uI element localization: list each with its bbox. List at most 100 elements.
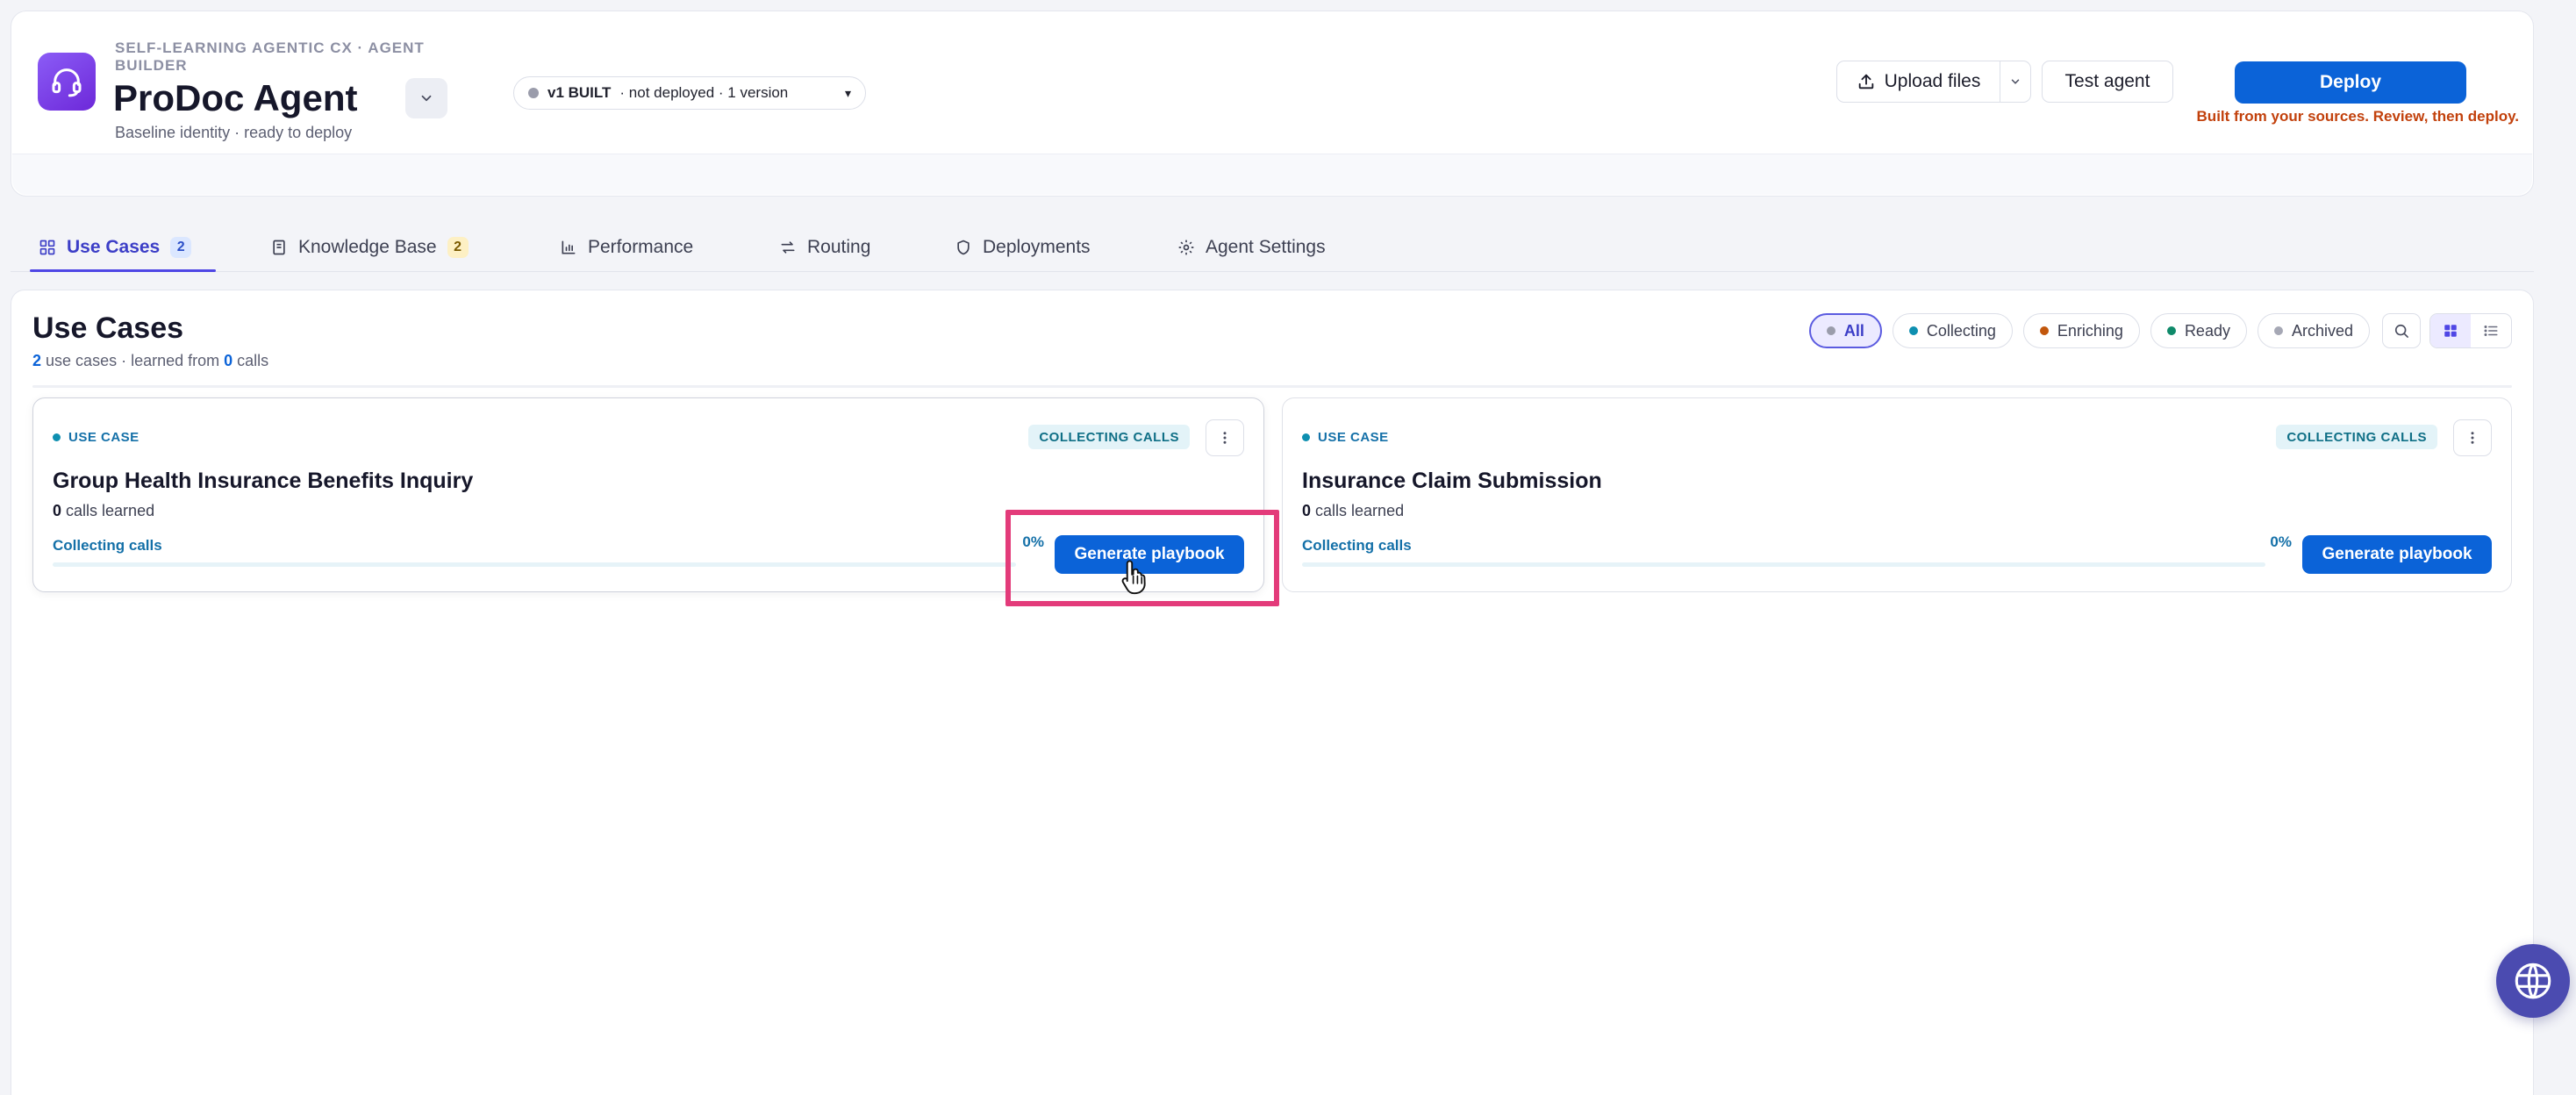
bar-chart-icon (562, 240, 576, 254)
use-case-card[interactable]: USE CASE COLLECTING CALLS Insurance Clai… (1282, 397, 2512, 592)
status-dot (1302, 433, 1310, 441)
version-meta: · not deployed · 1 version (619, 84, 789, 101)
use-case-title: Insurance Claim Submission (1302, 469, 1602, 493)
caret-down-icon: ▾ (844, 85, 851, 100)
card-menu-button[interactable] (1206, 419, 1244, 456)
use-case-count: 2 (32, 352, 42, 369)
generate-playbook-button[interactable]: Generate playbook (1055, 535, 1244, 574)
filter-archived[interactable]: Archived (2257, 313, 2370, 348)
shield-icon (957, 240, 970, 255)
search-button[interactable] (2382, 313, 2421, 348)
tab-label: Knowledge Base (298, 237, 437, 257)
upload-icon (1858, 74, 1873, 89)
status-dot (2039, 326, 2049, 335)
status-dot (2273, 326, 2283, 335)
agent-header: SELF-LEARNING AGENTIC CX · AGENT BUILDER… (11, 11, 2534, 197)
calls-learned: 0 calls learned (53, 502, 154, 520)
tab-label: Agent Settings (1206, 237, 1326, 257)
use-case-kind-label: USE CASE (1318, 430, 1389, 445)
agent-subtitle: Baseline identity · ready to deploy (115, 124, 353, 141)
gear-icon (1178, 240, 1194, 255)
filter-label: Enriching (2057, 321, 2123, 340)
status-dot (1826, 326, 1835, 335)
calls-learned-count: 0 (1302, 502, 1312, 519)
tab-label: Performance (588, 237, 694, 257)
summary-text-end: calls (237, 352, 269, 369)
progress-label: Collecting calls (1302, 537, 1412, 554)
chevron-down-icon (2011, 79, 2020, 84)
version-selector[interactable]: v1 BUILT · not deployed · 1 version ▾ (513, 76, 866, 110)
routing-arrows-icon (781, 241, 795, 254)
agent-switcher-button[interactable] (405, 78, 447, 118)
main-tabs: Use Cases 2 Knowledge Base 2 Performance… (11, 223, 2534, 272)
agent-name: ProDoc Agent (113, 77, 358, 118)
deploy-hint: Built from your sources. Review, then de… (2196, 108, 2519, 125)
section-divider (32, 385, 2512, 388)
filter-label: All (1843, 321, 1864, 340)
card-menu-button[interactable] (2453, 419, 2492, 456)
generate-playbook-button[interactable]: Generate playbook (2302, 535, 2492, 574)
tab-knowledge-base[interactable]: Knowledge Base 2 (270, 223, 469, 272)
progress-track (1302, 562, 2265, 567)
tab-deployments[interactable]: Deployments (955, 223, 1091, 272)
use-case-title: Group Health Insurance Benefits Inquiry (53, 469, 474, 493)
calls-count: 0 (224, 352, 233, 369)
chevron-down-icon (421, 95, 432, 102)
tab-use-cases[interactable]: Use Cases 2 (39, 223, 192, 272)
filter-collecting[interactable]: Collecting (1892, 313, 2013, 348)
filter-all[interactable]: All (1808, 313, 1882, 348)
upload-files-button[interactable]: Upload files (1837, 61, 2000, 102)
active-tab-indicator (30, 269, 216, 272)
use-case-kind: USE CASE (1302, 430, 1389, 445)
use-cases-panel: Use Cases 2 use cases · learned from 0 c… (11, 290, 2534, 1095)
assistant-globe-icon (2515, 963, 2551, 999)
use-case-kind: USE CASE (53, 430, 140, 445)
upload-files-label: Upload files (1884, 71, 1981, 91)
deploy-button[interactable]: Deploy (2235, 61, 2466, 104)
tab-count-badge: 2 (447, 237, 469, 258)
list-view-icon (2484, 326, 2498, 336)
status-badge: COLLECTING CALLS (2276, 425, 2437, 449)
tab-agent-settings[interactable]: Agent Settings (1177, 223, 1326, 272)
book-icon (273, 240, 285, 255)
grid-view-icon (2444, 325, 2457, 337)
use-cases-summary: 2 use cases · learned from 0 calls (32, 352, 268, 370)
upload-options-button[interactable] (2000, 61, 2030, 102)
assistant-launcher-button[interactable] (2496, 944, 2570, 1018)
headset-logo-icon (38, 53, 96, 111)
product-eyebrow: SELF-LEARNING AGENTIC CX · AGENT BUILDER (115, 39, 425, 74)
tab-label: Routing (807, 237, 871, 257)
status-filters: All Collecting Enriching Ready Archived (1808, 313, 2370, 348)
page-title: Use Cases (32, 311, 184, 345)
status-badge: COLLECTING CALLS (1028, 425, 1190, 449)
summary-text: use cases · learned from (46, 352, 220, 369)
test-agent-button[interactable]: Test agent (2042, 61, 2173, 103)
progress-label: Collecting calls (53, 537, 162, 554)
filter-label: Ready (2184, 321, 2230, 340)
status-dot (2166, 326, 2176, 335)
filter-enriching[interactable]: Enriching (2022, 313, 2140, 348)
view-toggle (2429, 313, 2512, 348)
use-case-card[interactable]: USE CASE COLLECTING CALLS Group Health I… (32, 397, 1264, 592)
tab-performance[interactable]: Performance (560, 223, 693, 272)
progress-percent: 0% (2270, 533, 2292, 550)
tab-routing[interactable]: Routing (779, 223, 870, 272)
grid-icon (39, 240, 55, 255)
tab-label: Deployments (983, 237, 1091, 257)
grid-view-button[interactable] (2430, 314, 2471, 347)
calls-learned-text: calls learned (1315, 502, 1405, 519)
filter-ready[interactable]: Ready (2150, 313, 2247, 348)
use-case-kind-label: USE CASE (68, 430, 140, 445)
version-status-dot (528, 88, 539, 98)
filter-label: Collecting (1926, 321, 1996, 340)
list-view-button[interactable] (2471, 314, 2511, 347)
status-dot (1908, 326, 1918, 335)
hand-pointer-icon (1121, 560, 1146, 595)
upload-files-split-button: Upload files (1836, 61, 2031, 103)
tab-label: Use Cases (67, 237, 161, 257)
calls-learned-text: calls learned (66, 502, 155, 519)
filter-label: Archived (2291, 321, 2353, 340)
progress-percent: 0% (1022, 533, 1044, 550)
tab-count-badge: 2 (170, 237, 192, 258)
calls-learned-count: 0 (53, 502, 62, 519)
